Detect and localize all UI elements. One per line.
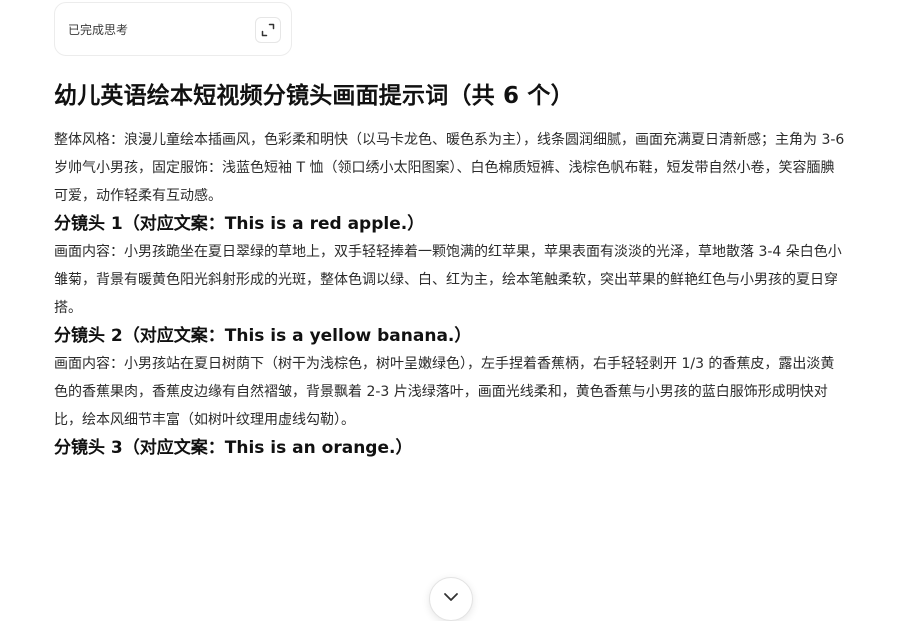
response-content: 幼儿英语绘本短视频分镜头画面提示词（共 6 个） 整体风格：浪漫儿童绘本插画风，… <box>54 78 846 462</box>
shot-1-description: 画面内容：小男孩跪坐在夏日翠绿的草地上，双手轻轻捧着一颗饱满的红苹果，苹果表面有… <box>54 244 842 316</box>
expand-thinking-button[interactable] <box>255 17 281 43</box>
thinking-status-label: 已完成思考 <box>68 23 129 37</box>
shot-2-heading: 分镜头 2（对应文案：This is a yellow banana.） <box>54 326 472 346</box>
expand-icon <box>261 23 275 37</box>
shot-1-heading: 分镜头 1（对应文案：This is a red apple.） <box>54 214 425 234</box>
style-intro-paragraph: 整体风格：浪漫儿童绘本插画风，色彩柔和明快（以马卡龙色、暖色系为主），线条圆润细… <box>54 132 845 204</box>
scroll-to-bottom-button[interactable] <box>429 577 473 621</box>
thinking-status-card: 已完成思考 <box>54 2 292 56</box>
shot-2-description: 画面内容：小男孩站在夏日树荫下（树干为浅棕色，树叶呈嫩绿色），左手捏着香蕉柄，右… <box>54 356 835 428</box>
shot-3-heading: 分镜头 3（对应文案：This is an orange.） <box>54 438 413 458</box>
chevron-down-icon <box>444 593 458 601</box>
page-title: 幼儿英语绘本短视频分镜头画面提示词（共 6 个） <box>54 83 574 109</box>
